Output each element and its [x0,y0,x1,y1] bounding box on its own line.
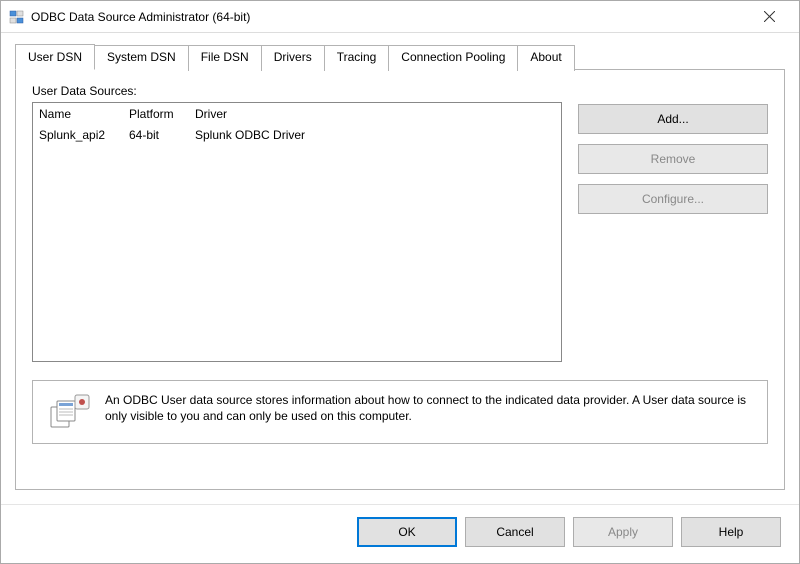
cancel-button[interactable]: Cancel [465,517,565,547]
configure-button[interactable]: Configure... [578,184,768,214]
window-title: ODBC Data Source Administrator (64-bit) [31,10,747,24]
info-box: An ODBC User data source stores informat… [32,380,768,444]
apply-button[interactable]: Apply [573,517,673,547]
tab-system-dsn[interactable]: System DSN [95,45,189,71]
cell-driver: Splunk ODBC Driver [195,128,555,142]
close-button[interactable] [747,2,791,32]
close-icon [764,11,775,22]
remove-button[interactable]: Remove [578,144,768,174]
data-sources-section: User Data Sources: Name Platform Driver … [32,84,562,362]
datasource-icon [47,393,91,431]
list-label: User Data Sources: [32,84,562,98]
cell-platform: 64-bit [129,128,195,142]
tab-about[interactable]: About [518,45,574,71]
tab-strip: User DSN System DSN File DSN Drivers Tra… [15,43,785,69]
list-body: Splunk_api2 64-bit Splunk ODBC Driver [33,125,561,145]
help-button[interactable]: Help [681,517,781,547]
tab-drivers[interactable]: Drivers [262,45,325,71]
odbc-admin-window: ODBC Data Source Administrator (64-bit) … [0,0,800,564]
tab-panel-user-dsn: User Data Sources: Name Platform Driver … [15,69,785,490]
tab-tracing[interactable]: Tracing [325,45,390,71]
cell-name: Splunk_api2 [39,128,129,142]
list-header: Name Platform Driver [33,103,561,125]
dialog-footer: OK Cancel Apply Help [1,504,799,563]
info-text: An ODBC User data source stores informat… [105,393,753,424]
add-button[interactable]: Add... [578,104,768,134]
list-item[interactable]: Splunk_api2 64-bit Splunk ODBC Driver [39,127,555,143]
dialog-content: User DSN System DSN File DSN Drivers Tra… [1,33,799,504]
col-header-driver[interactable]: Driver [195,107,555,121]
app-icon [9,9,25,25]
titlebar: ODBC Data Source Administrator (64-bit) [1,1,799,33]
data-sources-list[interactable]: Name Platform Driver Splunk_api2 64-bit … [32,102,562,362]
panel-row: User Data Sources: Name Platform Driver … [32,84,768,362]
tab-connection-pooling[interactable]: Connection Pooling [389,45,518,71]
col-header-platform[interactable]: Platform [129,107,195,121]
tab-file-dsn[interactable]: File DSN [189,45,262,71]
col-header-name[interactable]: Name [39,107,129,121]
ok-button[interactable]: OK [357,517,457,547]
side-buttons: Add... Remove Configure... [578,104,768,362]
tab-user-dsn[interactable]: User DSN [15,44,95,70]
